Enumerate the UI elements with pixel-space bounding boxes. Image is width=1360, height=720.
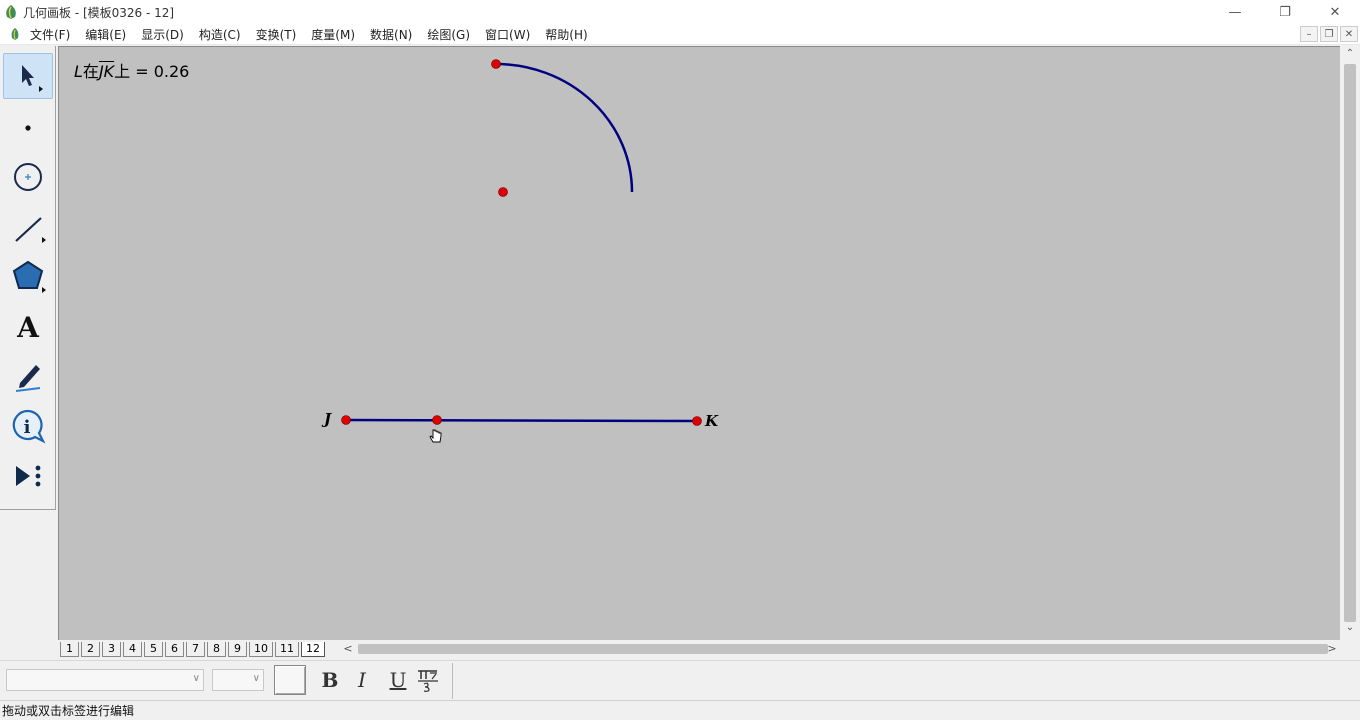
information-tool[interactable]: i [3, 403, 53, 449]
page-tab-6[interactable]: 6 [165, 641, 184, 657]
svg-text:i: i [24, 417, 31, 438]
font-family-select[interactable]: ∨ [6, 669, 204, 691]
marker-pen-icon [15, 365, 41, 392]
point-tool[interactable] [3, 103, 53, 149]
document-window-controls: – ❐ ✕ [1300, 26, 1358, 42]
doc-restore-button[interactable]: ❐ [1320, 26, 1338, 42]
custom-tools-icon [16, 465, 41, 487]
polygon-icon [12, 260, 46, 293]
straightedge-icon [15, 217, 46, 243]
menu-data[interactable]: 数据(N) [370, 26, 412, 43]
label-j[interactable]: J [321, 410, 332, 428]
scroll-down-icon[interactable]: ⌄ [1340, 622, 1360, 638]
text-tool[interactable]: A [3, 303, 53, 349]
toolbar-separator [452, 663, 453, 699]
page-tab-7[interactable]: 7 [186, 641, 205, 657]
minimize-button[interactable]: — [1210, 0, 1260, 24]
text-a-icon: A [16, 311, 40, 344]
polygon-tool[interactable] [3, 253, 53, 299]
geometry-layer: J K [321, 59, 719, 443]
segment-jk[interactable] [345, 418, 698, 423]
doc-minimize-button[interactable]: – [1300, 26, 1318, 42]
svg-text:A: A [16, 311, 40, 344]
title-bar: 几何画板 - [模板0326 - 12] — ❐ ✕ [0, 0, 1360, 24]
scroll-left-icon[interactable]: < [340, 641, 356, 657]
window-title: 几何画板 - [模板0326 - 12] [23, 5, 175, 20]
chevron-down-icon: ∨ [192, 673, 200, 684]
chevron-down-icon: ∨ [252, 673, 260, 684]
menu-measure[interactable]: 度量(M) [311, 26, 355, 43]
page-tab-3[interactable]: 3 [102, 641, 121, 657]
menu-window[interactable]: 窗口(W) [485, 26, 530, 43]
label-k[interactable]: K [704, 412, 719, 430]
text-color-button[interactable] [274, 665, 306, 695]
status-bar: 拖动或双击标签进行编辑 [0, 700, 1360, 720]
italic-button[interactable]: I [348, 667, 376, 693]
marker-tool[interactable] [3, 353, 53, 399]
compass-icon [14, 163, 42, 191]
vertical-scroll-thumb[interactable] [1344, 64, 1356, 622]
document-icon[interactable] [8, 27, 22, 41]
arrow-tool[interactable] [3, 53, 53, 99]
compass-tool[interactable] [3, 153, 53, 199]
straightedge-tool[interactable] [3, 203, 53, 249]
page-tabs-bar: 1 2 3 4 5 6 7 8 9 10 11 12 < > [58, 640, 1360, 658]
close-button[interactable]: ✕ [1310, 0, 1360, 24]
toolbox: A i [0, 46, 56, 510]
page-tab-12[interactable]: 12 [301, 641, 325, 657]
doc-close-button[interactable]: ✕ [1340, 26, 1358, 42]
menu-display[interactable]: 显示(D) [141, 26, 184, 43]
vertical-scrollbar[interactable]: ⌃ ⌄ [1340, 46, 1360, 640]
menu-help[interactable]: 帮助(H) [545, 26, 587, 43]
point-k[interactable] [692, 416, 702, 426]
bold-button[interactable]: B [316, 667, 344, 693]
scroll-up-icon[interactable]: ⌃ [1340, 48, 1360, 64]
menu-file[interactable]: 文件(F) [30, 26, 70, 43]
scroll-right-icon[interactable]: > [1324, 641, 1340, 657]
sketchpad-app-icon [6, 5, 16, 19]
math-format-button[interactable] [414, 667, 442, 693]
page-tab-11[interactable]: 11 [275, 641, 299, 657]
sketch-canvas[interactable]: L在JK上 = 0.26 J K [58, 46, 1340, 640]
page-tab-9[interactable]: 9 [228, 641, 247, 657]
page-tab-1[interactable]: 1 [60, 641, 79, 657]
text-format-toolbar: ∨ ∨ B I U [0, 660, 1360, 700]
math-fraction-icon [418, 670, 438, 692]
arc-endpoint[interactable] [491, 59, 501, 69]
arc-center-point[interactable] [498, 187, 508, 197]
menu-graph[interactable]: 绘图(G) [427, 26, 470, 43]
arc[interactable] [495, 62, 634, 193]
page-tab-10[interactable]: 10 [249, 641, 273, 657]
page-tab-5[interactable]: 5 [144, 641, 163, 657]
menu-bar: 文件(F) 编辑(E) 显示(D) 构造(C) 变换(T) 度量(M) 数据(N… [0, 24, 1360, 45]
horizontal-scrollbar[interactable]: < > [340, 641, 1360, 657]
menu-edit[interactable]: 编辑(E) [85, 26, 126, 43]
page-tab-8[interactable]: 8 [207, 641, 226, 657]
information-icon: i [12, 409, 46, 444]
custom-tools-tool[interactable] [3, 453, 53, 499]
window-controls: — ❐ ✕ [1210, 0, 1360, 24]
font-size-select[interactable]: ∨ [212, 669, 264, 691]
arrow-select-icon [22, 65, 43, 92]
hand-cursor-icon [429, 429, 442, 443]
app-window: 几何画板 - [模板0326 - 12] — ❐ ✕ 文件(F) 编辑(E) 显… [0, 0, 1360, 720]
point-icon [25, 125, 31, 131]
point-j[interactable] [341, 415, 351, 425]
page-tab-4[interactable]: 4 [123, 641, 142, 657]
page-tab-2[interactable]: 2 [81, 641, 100, 657]
menu-transform[interactable]: 变换(T) [256, 26, 297, 43]
menu-construct[interactable]: 构造(C) [199, 26, 241, 43]
horizontal-scroll-thumb[interactable] [358, 644, 1328, 654]
underline-button[interactable]: U [384, 667, 412, 693]
restore-button[interactable]: ❐ [1260, 0, 1310, 24]
point-l[interactable] [432, 415, 442, 425]
